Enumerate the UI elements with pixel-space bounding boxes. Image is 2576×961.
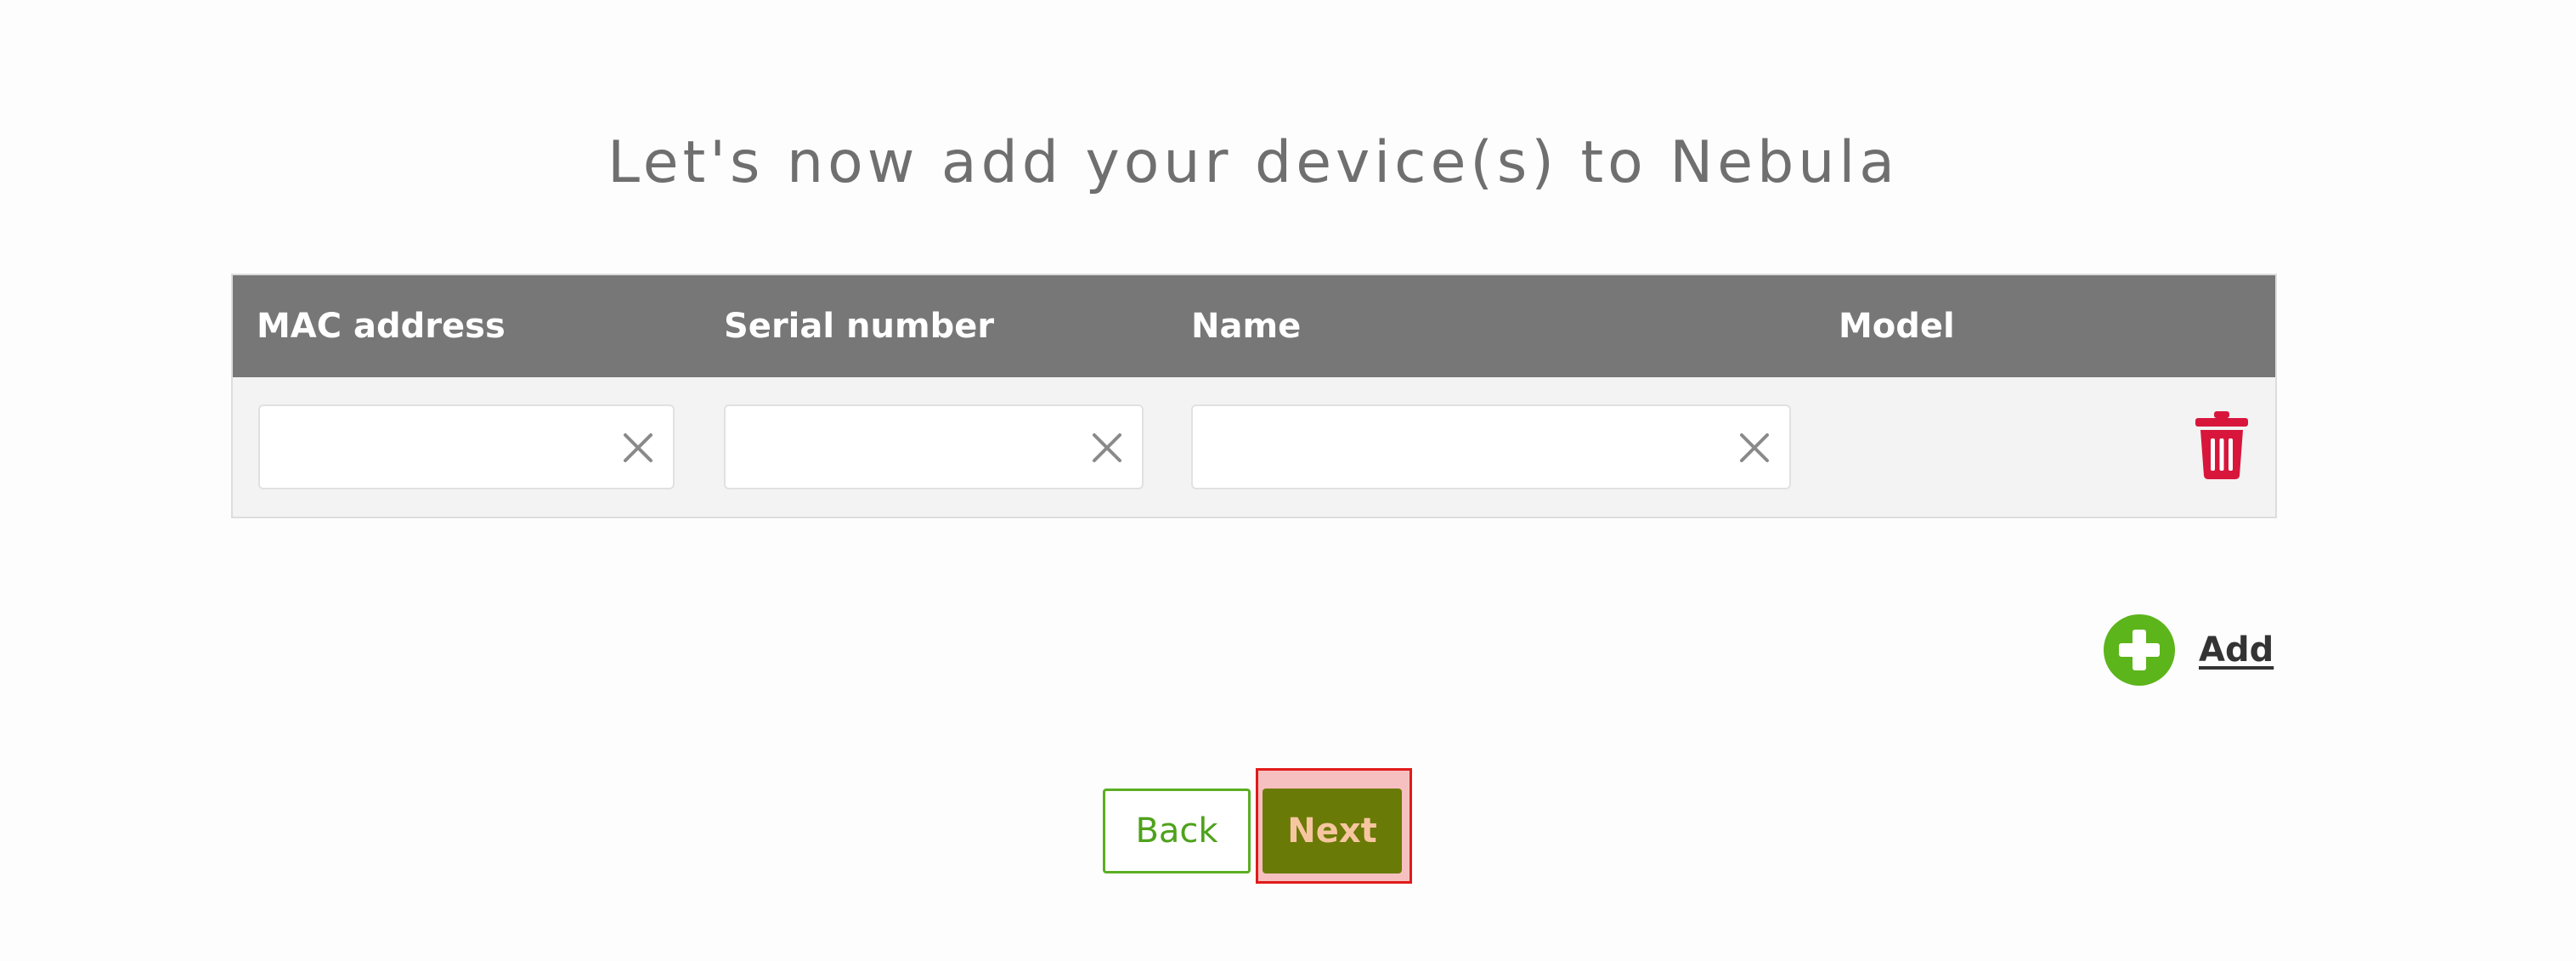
device-table: MAC address Serial number Name Model — [231, 274, 2277, 518]
back-button[interactable]: Back — [1103, 789, 1251, 873]
mac-address-input[interactable] — [260, 406, 605, 488]
table-header: MAC address Serial number Name Model — [233, 275, 2275, 377]
plus-circle-icon — [2104, 614, 2175, 686]
add-device-button[interactable]: Add — [2104, 613, 2274, 687]
serial-number-input[interactable] — [726, 406, 1074, 488]
next-button[interactable]: Next — [1263, 789, 1402, 873]
name-input[interactable] — [1193, 406, 1721, 488]
add-device-label: Add — [2199, 630, 2274, 670]
column-header-name: Name — [1191, 307, 1302, 346]
serial-number-field — [724, 404, 1144, 489]
close-icon[interactable] — [1733, 427, 1776, 469]
close-icon[interactable] — [617, 427, 659, 469]
add-devices-page: Let's now add your device(s) to Nebula M… — [0, 0, 2576, 961]
close-icon[interactable] — [1086, 427, 1128, 469]
column-header-mac-address: MAC address — [257, 307, 506, 346]
column-header-serial-number: Serial number — [724, 307, 995, 346]
table-row — [233, 377, 2275, 517]
column-header-model: Model — [1839, 307, 1955, 346]
mac-address-field — [258, 404, 675, 489]
page-title: Let's now add your device(s) to Nebula — [607, 129, 1899, 196]
trash-icon[interactable] — [2194, 411, 2250, 479]
name-field — [1191, 404, 1791, 489]
